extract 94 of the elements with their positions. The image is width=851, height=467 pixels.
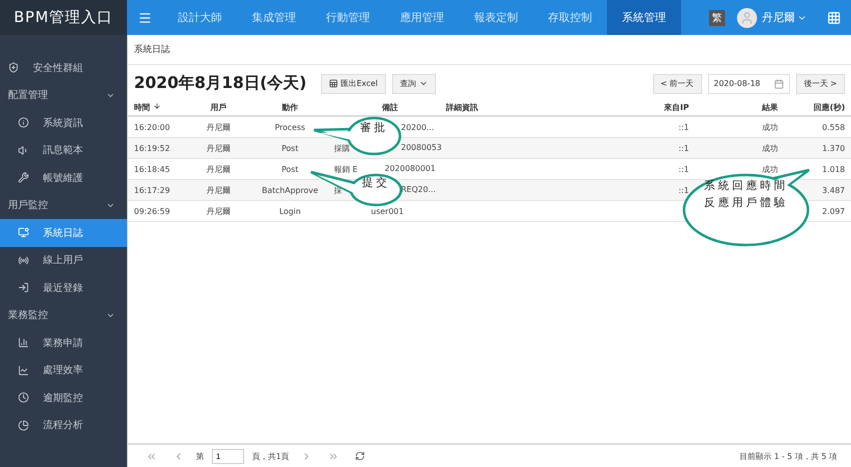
line-chart-icon	[18, 364, 29, 376]
sidebar-item[interactable]: 逾期監控	[0, 384, 127, 412]
table-cell-text: ::1	[678, 122, 689, 132]
broadcast-icon	[18, 254, 29, 266]
bar-chart-icon	[18, 337, 29, 348]
column-header[interactable]: 來自IP	[629, 102, 689, 113]
sidebar-group[interactable]: 配置管理	[0, 82, 127, 109]
sidebar-item[interactable]: 線上用戶	[0, 246, 127, 274]
shield-icon	[8, 62, 19, 74]
clock-icon	[18, 392, 29, 404]
login-icon	[18, 282, 29, 294]
table-cell-text: 16:18:45	[134, 164, 171, 174]
sidebar-item[interactable]: 最近登錄	[0, 274, 127, 302]
wrench-icon	[18, 172, 29, 184]
callout-text: 審批	[359, 120, 389, 136]
date-field[interactable]: 2020-08-18	[708, 74, 790, 94]
grid-icon	[827, 10, 841, 24]
avatar-icon	[737, 8, 757, 28]
refresh-icon	[355, 451, 366, 461]
sidebar-item[interactable]: 處理效率	[0, 356, 127, 384]
table-cell-text: 16:20:00	[134, 122, 171, 132]
language-badge[interactable]: 繁	[709, 10, 725, 26]
sidebar-item[interactable]: 訊息範本	[0, 136, 127, 164]
double-chevron-right-icon	[328, 450, 340, 462]
info-icon	[18, 117, 29, 128]
table-cell-text: BatchApprove	[260, 186, 320, 194]
table-cell-text: 成功	[761, 142, 779, 154]
column-header[interactable]: 回應(秒)	[789, 102, 845, 113]
column-header[interactable]: 時間	[134, 102, 191, 113]
calendar-icon	[774, 78, 784, 88]
table-cell-text: 16:17:29	[134, 186, 171, 194]
menu-icon	[138, 10, 152, 24]
table-cell-text: Post	[280, 164, 300, 174]
table-cell: 20200...	[401, 122, 434, 132]
table-cell: 報銷 E	[334, 164, 358, 174]
monitor-icon	[18, 227, 29, 238]
table-cell: 2020080001	[384, 164, 436, 174]
page-label: 第	[196, 450, 204, 462]
export-button[interactable]: 匯出Excel	[320, 74, 386, 94]
next-day-button[interactable]: 後一天 >	[796, 74, 845, 94]
table-cell-text: ::1	[678, 164, 689, 174]
table-cell-text: ::1	[678, 186, 689, 194]
table-cell-text: 成功	[761, 164, 779, 174]
table-cell-text: 09:26:59	[134, 206, 171, 216]
table-cell-text: 1.370	[821, 144, 845, 152]
table-cell-text: Post	[280, 144, 300, 152]
table-cell-text: 2.097	[821, 206, 845, 216]
query-button[interactable]: 查詢	[392, 74, 436, 94]
pie-chart-icon	[18, 420, 29, 431]
callout-text: 系統回應時間 反應用戶體驗	[703, 178, 789, 210]
page-input[interactable]: 1	[212, 448, 244, 464]
table-cell-text: Process	[274, 122, 306, 132]
caret-icon	[418, 79, 428, 88]
sidebar-group[interactable]: 業務監控	[0, 302, 127, 329]
column-header[interactable]: 備註	[334, 102, 446, 113]
table-cell: 採購	[334, 142, 350, 154]
table-cell-text: Login	[278, 206, 302, 216]
user-menu[interactable]: 丹尼爾	[762, 0, 817, 35]
table-cell: user001	[371, 206, 404, 216]
column-header[interactable]: 詳細資訊	[446, 102, 629, 113]
sidebar-item[interactable]: 系統日誌	[0, 219, 127, 246]
app-logo: BPM管理入口	[0, 0, 127, 35]
table-cell-text: 成功	[761, 122, 779, 132]
sidebar-item[interactable]: 流程分析	[0, 412, 127, 439]
column-header[interactable]: 結果	[689, 102, 789, 113]
table-cell-text: 丹尼爾	[206, 184, 232, 196]
table-cell-text: 丹尼爾	[206, 122, 232, 132]
table-cell-text: ::1	[678, 144, 689, 152]
table-cell-text: 丹尼爾	[206, 206, 232, 216]
double-chevron-left-icon	[146, 450, 157, 462]
table-cell-text: 3.487	[821, 186, 845, 194]
column-header[interactable]: 用戶	[191, 102, 246, 113]
nav-tab[interactable]: 系統管理	[607, 0, 681, 35]
callout-text: 提交	[361, 175, 391, 191]
page-title: 2020年8月18日(今天)	[134, 73, 307, 94]
table-cell-text: 16:19:52	[134, 144, 171, 152]
breadcrumb: 系統日誌	[128, 35, 851, 65]
table-cell-text: 1.018	[821, 164, 845, 174]
page-summary: 目前顯示 1 - 5 項，共 5 項	[740, 450, 837, 462]
previous-day-button[interactable]: < 前一天	[652, 74, 702, 94]
speaker-icon	[18, 144, 29, 156]
sidebar-item[interactable]: 業務申請	[0, 329, 127, 356]
table-cell-text: 丹尼爾	[206, 142, 232, 154]
spreadsheet-icon	[328, 79, 338, 88]
sidebar-item[interactable]: 帳號維護	[0, 164, 127, 192]
table-cell-text: 丹尼爾	[206, 164, 232, 174]
table-cell: 20080053	[401, 142, 442, 154]
sidebar-item[interactable]: 安全性群組	[0, 54, 127, 82]
sidebar-item[interactable]: 系統資訊	[0, 109, 127, 136]
sidebar-group[interactable]: 用戶監控	[0, 192, 127, 219]
table-cell-text: 0.558	[821, 122, 845, 132]
column-header[interactable]: 動作	[246, 102, 334, 113]
page-count: 頁，共1頁	[252, 450, 290, 462]
sort-icon	[153, 102, 161, 110]
